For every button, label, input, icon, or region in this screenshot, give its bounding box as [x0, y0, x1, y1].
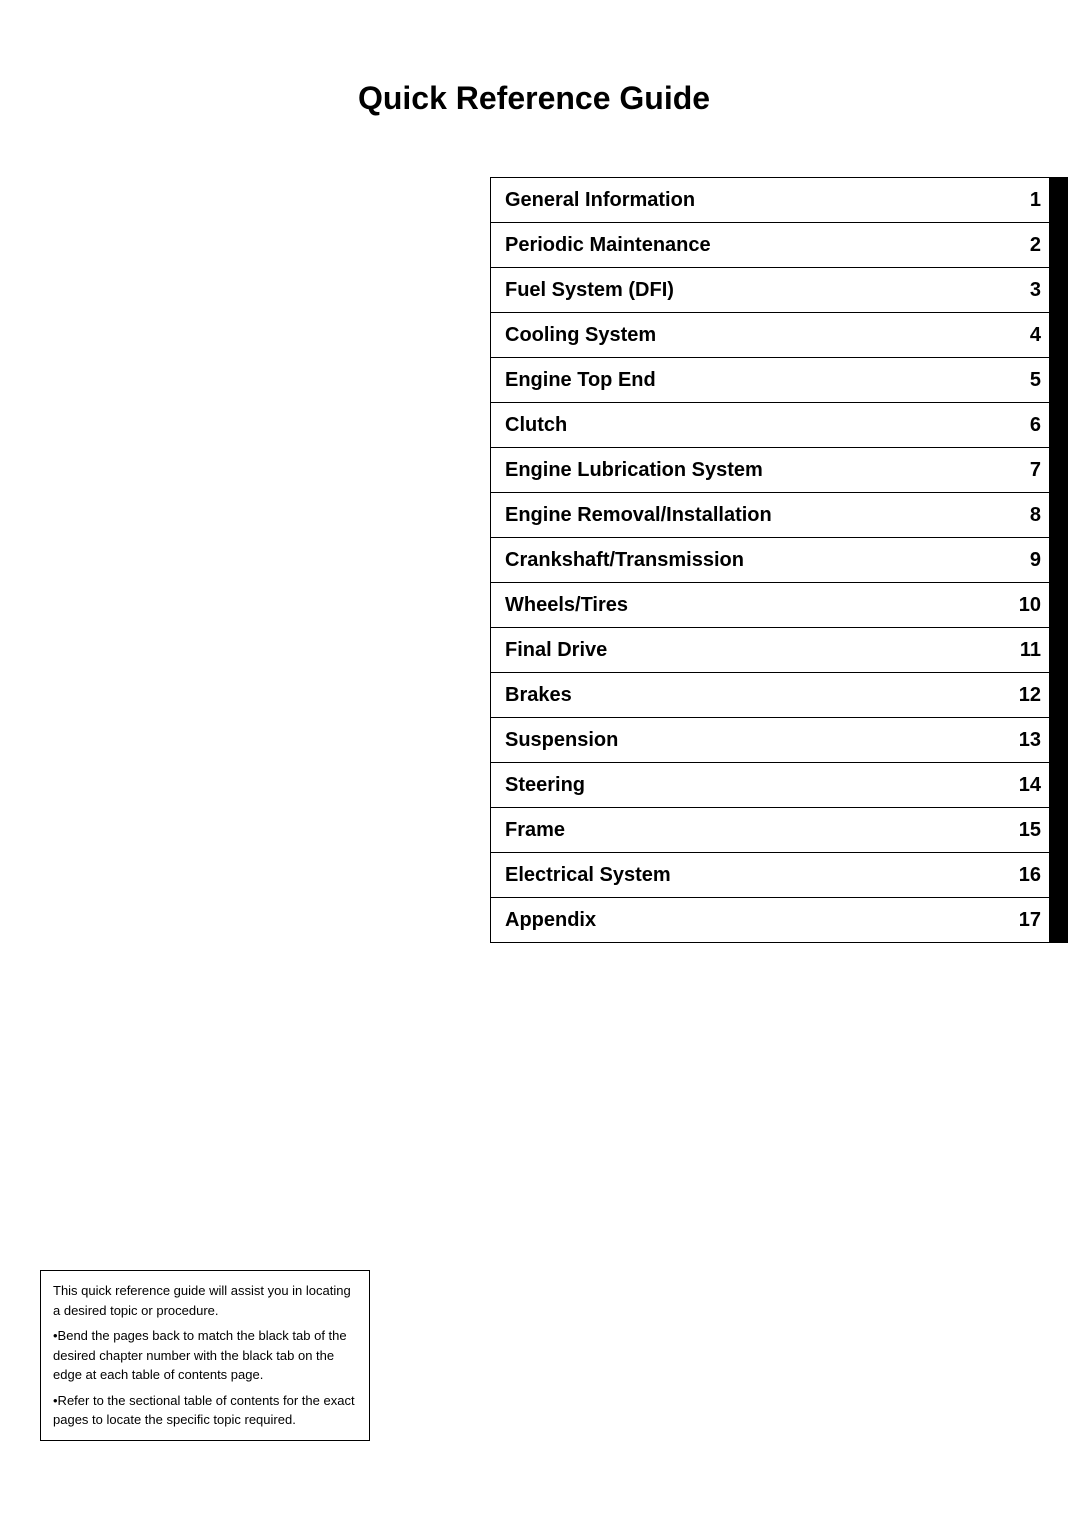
- toc-item-tab: [1049, 898, 1067, 942]
- toc-item[interactable]: Engine Removal/Installation8: [490, 493, 1068, 538]
- toc-item[interactable]: Periodic Maintenance2: [490, 223, 1068, 268]
- toc-item[interactable]: Frame15: [490, 808, 1068, 853]
- footnote-box: This quick reference guide will assist y…: [40, 1270, 370, 1441]
- toc-item-label: Electrical System: [491, 854, 1013, 897]
- toc-item-number: 3: [1013, 279, 1049, 302]
- toc-item-tab: [1049, 583, 1067, 627]
- toc-item[interactable]: Engine Lubrication System7: [490, 448, 1068, 493]
- toc-item[interactable]: Crankshaft/Transmission9: [490, 538, 1068, 583]
- toc-item[interactable]: Final Drive11: [490, 628, 1068, 673]
- toc-item[interactable]: Brakes12: [490, 673, 1068, 718]
- toc-item[interactable]: Electrical System16: [490, 853, 1068, 898]
- toc-item-label: Cooling System: [491, 314, 1013, 357]
- toc-item-tab: [1049, 358, 1067, 402]
- toc-item-number: 11: [1013, 639, 1049, 662]
- toc-item-number: 13: [1013, 729, 1049, 752]
- toc-item-number: 14: [1013, 774, 1049, 797]
- footnote-line2: •Bend the pages back to match the black …: [53, 1326, 357, 1385]
- toc-item-tab: [1049, 538, 1067, 582]
- toc-item-number: 1: [1013, 189, 1049, 212]
- toc-item-label: Final Drive: [491, 629, 1013, 672]
- toc-item[interactable]: Appendix17: [490, 898, 1068, 943]
- page-title: Quick Reference Guide: [0, 0, 1068, 177]
- footnote-line3: •Refer to the sectional table of content…: [53, 1391, 357, 1430]
- toc-item-label: Clutch: [491, 404, 1013, 447]
- toc-item-number: 6: [1013, 414, 1049, 437]
- toc-item-tab: [1049, 673, 1067, 717]
- toc-item[interactable]: Clutch6: [490, 403, 1068, 448]
- toc-item-label: Periodic Maintenance: [491, 224, 1013, 267]
- toc-item-tab: [1049, 223, 1067, 267]
- toc-item[interactable]: Wheels/Tires10: [490, 583, 1068, 628]
- toc-item[interactable]: Fuel System (DFI)3: [490, 268, 1068, 313]
- toc-item-tab: [1049, 403, 1067, 447]
- toc-item[interactable]: Cooling System4: [490, 313, 1068, 358]
- toc-item-tab: [1049, 268, 1067, 312]
- toc-item-label: Engine Lubrication System: [491, 449, 1013, 492]
- toc-item-label: Engine Removal/Installation: [491, 494, 1013, 537]
- toc-item-number: 5: [1013, 369, 1049, 392]
- toc-item-number: 8: [1013, 504, 1049, 527]
- toc-item[interactable]: Engine Top End5: [490, 358, 1068, 403]
- toc-item-number: 16: [1013, 864, 1049, 887]
- toc-item-tab: [1049, 628, 1067, 672]
- toc-item-tab: [1049, 718, 1067, 762]
- toc-item-tab: [1049, 448, 1067, 492]
- toc-item-tab: [1049, 763, 1067, 807]
- toc-item-label: Frame: [491, 809, 1013, 852]
- toc-container: General Information1Periodic Maintenance…: [490, 177, 1068, 943]
- toc-item[interactable]: Suspension13: [490, 718, 1068, 763]
- toc-item-label: Wheels/Tires: [491, 584, 1013, 627]
- footnote-line1: This quick reference guide will assist y…: [53, 1281, 357, 1320]
- toc-item-number: 10: [1013, 594, 1049, 617]
- toc-item-label: Steering: [491, 764, 1013, 807]
- toc-item-number: 7: [1013, 459, 1049, 482]
- toc-item-number: 17: [1013, 909, 1049, 932]
- toc-item-label: Crankshaft/Transmission: [491, 539, 1013, 582]
- toc-item-label: Engine Top End: [491, 359, 1013, 402]
- toc-item-tab: [1049, 313, 1067, 357]
- toc-item[interactable]: Steering14: [490, 763, 1068, 808]
- toc-item-label: General Information: [491, 179, 1013, 222]
- toc-item[interactable]: General Information1: [490, 177, 1068, 223]
- toc-item-tab: [1049, 808, 1067, 852]
- toc-item-number: 2: [1013, 234, 1049, 257]
- toc-item-label: Suspension: [491, 719, 1013, 762]
- toc-item-label: Fuel System (DFI): [491, 269, 1013, 312]
- toc-item-number: 12: [1013, 684, 1049, 707]
- toc-item-tab: [1049, 853, 1067, 897]
- toc-item-tab: [1049, 178, 1067, 222]
- toc-item-label: Appendix: [491, 899, 1013, 942]
- toc-item-number: 4: [1013, 324, 1049, 347]
- toc-item-tab: [1049, 493, 1067, 537]
- toc-item-number: 15: [1013, 819, 1049, 842]
- toc-item-label: Brakes: [491, 674, 1013, 717]
- toc-item-number: 9: [1013, 549, 1049, 572]
